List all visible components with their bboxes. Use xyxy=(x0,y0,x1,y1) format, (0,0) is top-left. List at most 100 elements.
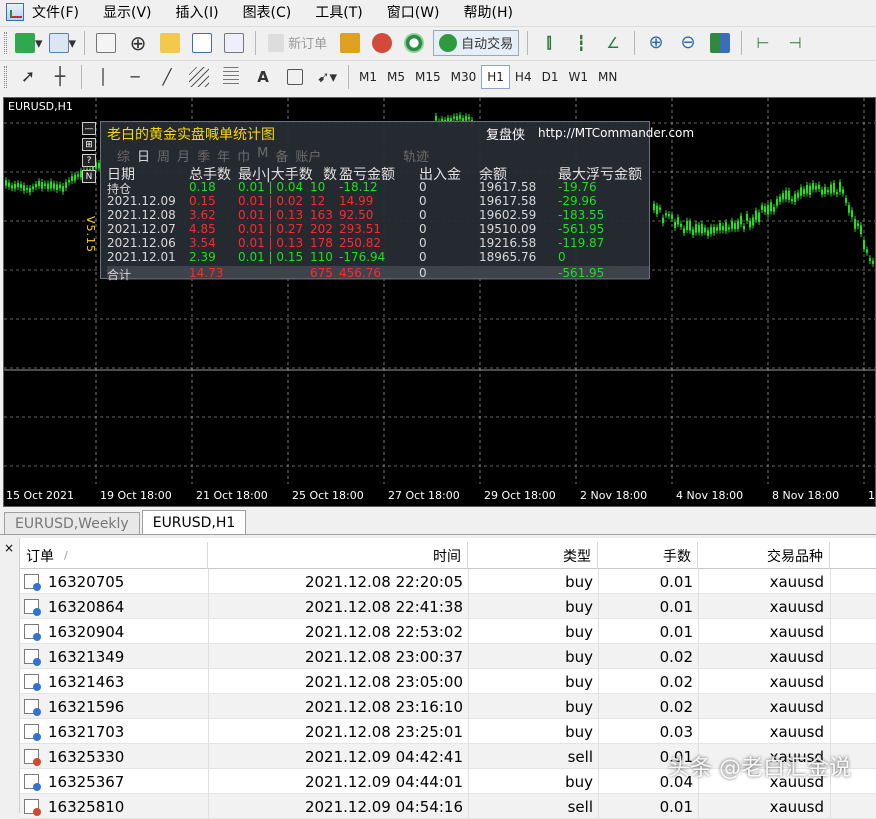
cell-lots: 0.01 xyxy=(659,597,693,616)
data-window-button[interactable]: ⊕ xyxy=(125,30,151,56)
candle xyxy=(755,210,757,220)
autoscroll-button[interactable]: ⊢ xyxy=(750,30,776,56)
panel-tab[interactable]: 周 xyxy=(157,146,170,165)
panel-tab[interactable]: 年 xyxy=(217,146,230,165)
new-chart-button[interactable]: ▾ xyxy=(15,30,43,56)
candle xyxy=(5,180,7,186)
navigator-button[interactable] xyxy=(157,30,183,56)
autotrading-icon xyxy=(439,33,458,52)
menu-charts[interactable]: 图表(C) xyxy=(243,2,292,22)
tf-m5[interactable]: M5 xyxy=(382,65,410,89)
panel-tab[interactable]: 日 xyxy=(137,146,150,165)
strategy-tester-button[interactable] xyxy=(221,30,247,56)
tf-m15[interactable]: M15 xyxy=(410,65,446,89)
tf-h1[interactable]: H1 xyxy=(481,64,510,89)
table-row[interactable]: 16325810 2021.12.09 04:54:16 sell 0.01 xauus… xyxy=(20,794,876,819)
horizontal-line-button[interactable]: ─ xyxy=(122,64,148,90)
signals-button[interactable] xyxy=(401,30,427,56)
candle xyxy=(830,184,832,194)
candle xyxy=(872,260,874,264)
toolbar-grip[interactable] xyxy=(4,31,7,54)
panel-tab-track[interactable]: 轨迹 xyxy=(403,146,429,165)
tf-m30[interactable]: M30 xyxy=(446,65,482,89)
table-row[interactable]: 16320864 2021.12.08 22:41:38 buy 0.01 xauusd xyxy=(20,594,876,619)
help-panel-button[interactable]: ? xyxy=(82,154,96,167)
text-label-button[interactable] xyxy=(282,64,308,90)
community-button[interactable] xyxy=(369,30,395,56)
candles-button[interactable]: ┇ xyxy=(568,30,594,56)
folder-star-icon xyxy=(160,32,181,53)
column-order[interactable]: 订单 / xyxy=(20,542,208,569)
menu-help[interactable]: 帮助(H) xyxy=(464,2,513,22)
menu-view[interactable]: 显示(V) xyxy=(103,2,152,22)
chart-shift-button[interactable]: ⊣ xyxy=(782,30,808,56)
column-symbol-label: 交易品种 xyxy=(767,548,823,565)
time-axis-label: 19 Oct 18:00 xyxy=(100,489,172,502)
tf-d1[interactable]: D1 xyxy=(537,65,564,89)
panel-tab[interactable]: 月 xyxy=(177,146,190,165)
table-row[interactable]: 16321596 2021.12.08 23:16:10 buy 0.02 xauusd xyxy=(20,694,876,719)
chart-tab-eurusd-weekly[interactable]: EURUSD,Weekly xyxy=(4,512,140,534)
column-volume[interactable]: 手数 xyxy=(598,542,698,569)
fibonacci-button[interactable] xyxy=(218,64,244,90)
table-row[interactable]: 16320705 2021.12.08 22:20:05 buy 0.01 xauusd xyxy=(20,569,876,594)
panel-tab[interactable]: 账户 xyxy=(295,146,321,165)
cursor-button[interactable]: ➚ xyxy=(15,64,41,90)
grid-panel-button[interactable]: ⊞ xyxy=(82,138,96,151)
menu-window[interactable]: 窗口(W) xyxy=(387,2,440,22)
line-chart-button[interactable]: ∠ xyxy=(600,30,626,56)
tf-w1[interactable]: W1 xyxy=(563,65,593,89)
menu-tools[interactable]: 工具(T) xyxy=(315,2,362,22)
trendline-button[interactable]: ╱ xyxy=(154,64,180,90)
table-row[interactable]: 16321703 2021.12.08 23:25:01 buy 0.03 xauusd xyxy=(20,719,876,744)
tile-windows-button[interactable] xyxy=(707,30,733,56)
table-row[interactable]: 16320904 2021.12.08 22:53:02 buy 0.01 xauusd xyxy=(20,619,876,644)
metaeditor-button[interactable] xyxy=(337,30,363,56)
table-row[interactable]: 16321463 2021.12.08 23:05:00 buy 0.02 xauusd xyxy=(20,669,876,694)
autotrading-button[interactable]: 自动交易 xyxy=(433,29,520,56)
panel-tab[interactable]: 季 xyxy=(197,146,210,165)
panel-tab[interactable]: M xyxy=(257,146,268,165)
column-time[interactable]: 时间 xyxy=(208,542,468,569)
zoom-in-button[interactable]: ⊕ xyxy=(643,30,669,56)
text-button[interactable]: A xyxy=(250,64,276,90)
panel-tab[interactable]: 综 xyxy=(117,146,130,165)
column-symbol[interactable]: 交易品种 xyxy=(698,542,830,569)
bar-chart-button[interactable]: ⫿ xyxy=(536,30,562,56)
cell-type: buy xyxy=(565,722,593,741)
equidistant-channel-button[interactable] xyxy=(186,64,212,90)
cell-time: 2021.12.09 04:44:01 xyxy=(304,772,463,791)
menu-file[interactable]: 文件(F) xyxy=(32,2,79,22)
column-time-label: 时间 xyxy=(433,548,461,565)
cell-symbol: xauusd xyxy=(769,622,824,641)
menu-insert[interactable]: 插入(I) xyxy=(176,2,219,22)
crosshair-button[interactable]: ┼ xyxy=(47,64,73,90)
candle xyxy=(56,184,58,191)
toolbar-grip[interactable] xyxy=(4,65,7,88)
profiles-button[interactable]: ▾ xyxy=(48,30,76,56)
column-type[interactable]: 类型 xyxy=(468,542,598,569)
terminal-button[interactable] xyxy=(189,30,215,56)
channel-icon xyxy=(189,66,209,87)
tf-m1[interactable]: M1 xyxy=(354,65,382,89)
candle xyxy=(737,221,739,229)
vertical-line-button[interactable]: │ xyxy=(90,64,116,90)
arrows-button[interactable]: ➹▾ xyxy=(314,64,340,90)
panel-url-link[interactable]: http://MTCommander.com xyxy=(538,126,694,140)
close-icon[interactable]: × xyxy=(4,541,14,555)
tf-mn[interactable]: MN xyxy=(593,65,622,89)
candle xyxy=(653,203,655,211)
market-watch-button[interactable] xyxy=(93,30,119,56)
panel-tab[interactable]: 巾 xyxy=(237,146,250,165)
price-chart[interactable]: EURUSD,H1 — ⊞ ? N V5.15 老白的黄金实盘喊单统计图 复盘侠… xyxy=(3,97,876,507)
panel-cell-minmax: 0.01 | 0.13 xyxy=(238,208,304,222)
n-panel-button[interactable]: N xyxy=(82,170,96,183)
table-row[interactable]: 16321349 2021.12.08 23:00:37 buy 0.02 xauusd xyxy=(20,644,876,669)
tf-h4[interactable]: H4 xyxy=(510,65,537,89)
zoom-out-button[interactable]: ⊖ xyxy=(675,30,701,56)
chart-tab-eurusd-h1[interactable]: EURUSD,H1 xyxy=(141,510,247,534)
new-order-button[interactable]: 新订单 xyxy=(264,30,331,56)
panel-tab[interactable]: 备 xyxy=(275,146,288,165)
minimize-panel-button[interactable]: — xyxy=(82,122,96,135)
panel-cell-balance: 18965.76 xyxy=(479,250,537,264)
